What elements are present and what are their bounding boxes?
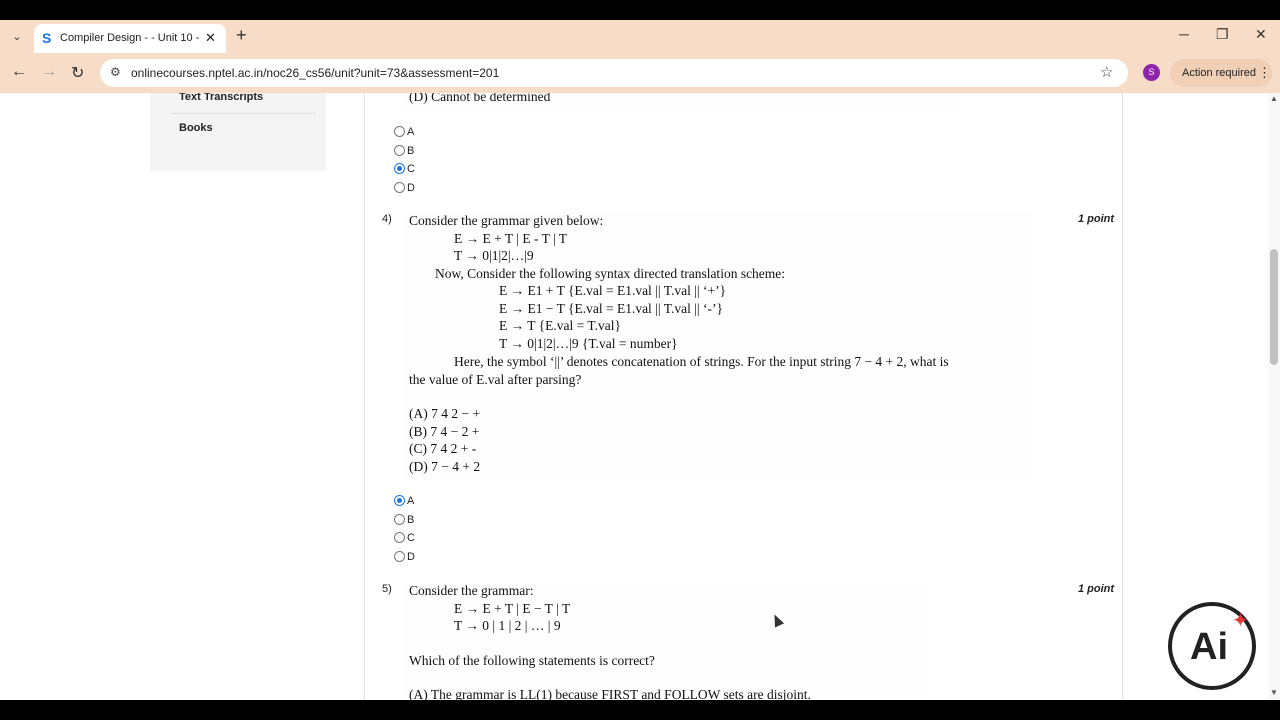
q4-line: (A) 7 4 2 − + — [409, 406, 481, 421]
tab-title: Compiler Design - - Unit 10 - W — [60, 32, 200, 44]
q4-line: E → T {E.val = T.val} — [499, 318, 621, 333]
browser-toolbar: ← → ↻ ⚙ onlinecourses.nptel.ac.in/noc26_… — [0, 53, 1280, 93]
scroll-up-icon[interactable]: ▲ — [1270, 94, 1278, 103]
q4-line: Consider the grammar given below: — [409, 213, 604, 228]
q3-question-box: (D) Cannot be determined — [402, 93, 962, 111]
q5-line: Consider the grammar: — [409, 583, 534, 598]
restore-icon[interactable]: ❐ — [1216, 26, 1229, 43]
close-window-icon[interactable]: ✕ — [1255, 26, 1267, 43]
q5-line: E → E + T | E − T | T — [454, 601, 571, 616]
q4-line: (B) 7 4 − 2 + — [409, 424, 480, 439]
radio-icon[interactable] — [394, 551, 405, 562]
action-required-label: Action required — [1182, 67, 1256, 79]
minimize-icon[interactable]: ─ — [1179, 26, 1189, 42]
radio-icon[interactable] — [394, 145, 405, 156]
q4-question-box: Consider the grammar given below: E → E … — [402, 211, 1032, 483]
q5-points: 1 point — [1078, 583, 1115, 595]
radio-icon[interactable] — [394, 182, 405, 193]
q4-line: (C) 7 4 2 + - — [409, 441, 477, 456]
course-sidebar: Text Transcripts Books — [150, 93, 326, 171]
q3-option-d-text: (D) Cannot be determined — [409, 93, 551, 104]
active-tab[interactable]: S Compiler Design - - Unit 10 - W ✕ — [34, 24, 226, 53]
scrollbar-thumb[interactable] — [1270, 249, 1278, 365]
radio-icon[interactable] — [394, 126, 405, 137]
profile-avatar[interactable]: S — [1143, 64, 1160, 81]
ai-logo-watermark: Ai ✦ — [1168, 602, 1256, 690]
menu-dots-icon[interactable]: ⋮ — [1258, 65, 1271, 81]
radio-selected-icon[interactable] — [394, 495, 405, 506]
close-tab-icon[interactable]: ✕ — [205, 30, 216, 46]
tab-search-icon[interactable]: ⌄ — [7, 28, 27, 46]
page-scrollbar[interactable]: ▲ ▼ — [1268, 93, 1280, 700]
q4-line: Now, Consider the following syntax direc… — [435, 266, 786, 281]
sparkle-icon: ✦ — [1232, 610, 1249, 632]
q4-points: 1 point — [1078, 213, 1115, 225]
radio-icon[interactable] — [394, 532, 405, 543]
url-text[interactable]: onlinecourses.nptel.ac.in/noc26_cs56/uni… — [131, 66, 499, 80]
scroll-down-icon[interactable]: ▼ — [1270, 688, 1278, 697]
sidebar-item-text-transcripts[interactable]: Text Transcripts — [179, 93, 263, 103]
q4-line: Here, the symbol ‘||’ denotes concatenat… — [454, 354, 949, 369]
ai-logo-text: Ai — [1190, 626, 1228, 668]
q4-number: 4) — [382, 213, 392, 225]
q5-number: 5) — [382, 583, 392, 595]
q5-line: (A) The grammar is LL(1) because FIRST a… — [409, 687, 811, 700]
sidebar-divider — [170, 113, 316, 114]
site-info-icon[interactable]: ⚙ — [110, 65, 121, 79]
q4-line: E → E1 + T {E.val = E1.val || T.val || ‘… — [499, 283, 727, 298]
sidebar-item-books[interactable]: Books — [179, 122, 213, 134]
q4-line: (D) 7 − 4 + 2 — [409, 459, 481, 474]
new-tab-icon[interactable]: + — [236, 25, 247, 46]
q4-line: T → 0|1|2|…|9 — [454, 248, 534, 263]
q5-line: Which of the following statements is cor… — [409, 653, 655, 668]
back-icon[interactable]: ← — [11, 63, 27, 81]
q4-line: E → E1 − T {E.val = E1.val || T.val || ‘… — [499, 301, 723, 316]
bookmark-star-icon[interactable]: ☆ — [1100, 63, 1113, 81]
q4-line: the value of E.val after parsing? — [409, 372, 582, 387]
q4-line: E → E + T | E - T | T — [454, 231, 568, 246]
page-content: Text Transcripts Books (D) Cannot be det… — [0, 93, 1268, 700]
q4-line: T → 0|1|2|…|9 {T.val = number} — [499, 336, 678, 351]
q5-line: T → 0 | 1 | 2 | … | 9 — [454, 618, 561, 633]
tab-strip: ⌄ S Compiler Design - - Unit 10 - W ✕ + … — [0, 20, 1280, 53]
action-required-button[interactable]: Action required ⋮ — [1170, 59, 1272, 87]
swayam-favicon-icon: S — [42, 30, 52, 46]
reload-icon[interactable]: ↻ — [71, 63, 84, 83]
radio-icon[interactable] — [394, 514, 405, 525]
assessment-main: (D) Cannot be determined A B C D 4) 1 po… — [364, 93, 1123, 700]
radio-selected-icon[interactable] — [394, 163, 405, 174]
q5-question-box: Consider the grammar: E → E + T | E − T … — [402, 581, 928, 700]
address-bar[interactable]: ⚙ onlinecourses.nptel.ac.in/noc26_cs56/u… — [100, 59, 1128, 87]
forward-icon[interactable]: → — [41, 63, 57, 81]
